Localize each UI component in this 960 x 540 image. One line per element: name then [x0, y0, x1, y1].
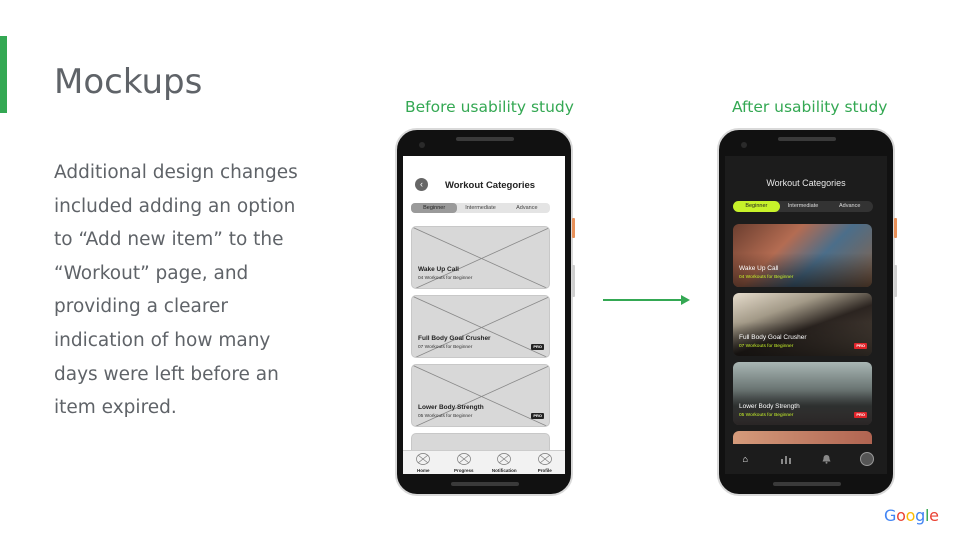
- card-subtitle: 04 Workouts for Beginner: [739, 275, 794, 280]
- google-logo: Google: [884, 506, 939, 525]
- before-phone-mockup: ‹ Workout Categories Beginner Intermedia…: [395, 128, 575, 496]
- nav-label: Profile: [537, 468, 552, 473]
- nav-profile[interactable]: Profile: [525, 451, 566, 474]
- pro-badge: PRO: [854, 343, 867, 349]
- logo-letter: g: [915, 506, 925, 525]
- profile-avatar[interactable]: [859, 452, 874, 466]
- nav-notification[interactable]: Notification: [484, 451, 525, 474]
- tab-beginner[interactable]: Beginner: [733, 201, 780, 212]
- phone-camera: [741, 142, 747, 148]
- profile-placeholder-icon: [537, 453, 552, 465]
- card-title: Wake Up Call: [739, 265, 779, 272]
- phone-side-button: [572, 218, 575, 238]
- screen-title: Workout Categories: [766, 178, 846, 188]
- card-subtitle: 05 Workouts for Beginner: [418, 414, 473, 419]
- nav-home[interactable]: Home: [403, 451, 444, 474]
- logo-letter: G: [884, 506, 897, 525]
- tab-beginner[interactable]: Beginner: [411, 203, 458, 213]
- tab-intermediate[interactable]: Intermediate: [780, 201, 827, 212]
- card-subtitle: 05 Workouts for Beginner: [739, 413, 794, 418]
- phone-chin: [773, 482, 841, 486]
- nav-label: Home: [416, 468, 430, 473]
- screen-title: Workout Categories: [444, 180, 536, 191]
- workout-card[interactable]: Lower Body Strength 05 Workouts for Begi…: [733, 362, 872, 425]
- tab-advance[interactable]: Advance: [504, 203, 550, 213]
- bottom-navigation: ⌂: [725, 444, 887, 474]
- phone-speaker: [456, 137, 514, 141]
- category-tabs: Beginner Intermediate Advance: [733, 201, 873, 212]
- logo-letter: e: [929, 506, 939, 525]
- logo-letter: o: [905, 506, 916, 525]
- phone-camera: [419, 142, 425, 148]
- notification-placeholder-icon: [497, 453, 512, 465]
- workout-card[interactable]: Full Body Goal Crusher 07 Workouts for B…: [411, 295, 550, 358]
- bar-chart-icon[interactable]: [779, 452, 793, 466]
- bottom-navigation: Home Progress Notification Profile: [403, 450, 565, 474]
- card-title: Full Body Goal Crusher: [418, 335, 491, 342]
- slide-title: Mockups: [54, 62, 203, 102]
- nav-progress[interactable]: Progress: [444, 451, 485, 474]
- avatar: [859, 452, 874, 466]
- phone-chin: [451, 482, 519, 486]
- nav-label: Notification: [491, 468, 517, 473]
- before-caption: Before usability study: [405, 98, 574, 116]
- pro-badge: PRO: [531, 413, 544, 419]
- workout-card[interactable]: Lower Body Strength 05 Workouts for Begi…: [411, 364, 550, 427]
- logo-letter: o: [896, 506, 906, 525]
- phone-side-button: [894, 265, 897, 297]
- card-subtitle: 07 Workouts for Beginner: [418, 345, 473, 350]
- pro-badge: PRO: [854, 412, 867, 418]
- phone-speaker: [778, 137, 836, 141]
- workout-card[interactable]: Full Body Goal Crusher 07 Workouts for B…: [733, 293, 872, 356]
- accent-bar: [0, 36, 7, 113]
- before-screen: ‹ Workout Categories Beginner Intermedia…: [403, 156, 565, 474]
- bell-icon[interactable]: [819, 452, 833, 466]
- tab-intermediate[interactable]: Intermediate: [457, 203, 503, 213]
- slide-body: Additional design changes included addin…: [54, 162, 298, 419]
- card-title: Lower Body Strength: [739, 403, 800, 410]
- card-title: Full Body Goal Crusher: [739, 334, 807, 341]
- pro-badge: PRO: [531, 344, 544, 350]
- category-tabs: Beginner Intermediate Advance: [411, 203, 550, 213]
- after-phone-mockup: Workout Categories Beginner Intermediate…: [717, 128, 897, 496]
- nav-label: Progress: [453, 468, 474, 473]
- progress-placeholder-icon: [456, 453, 471, 465]
- after-screen: Workout Categories Beginner Intermediate…: [725, 156, 887, 474]
- home-placeholder-icon: [416, 453, 431, 465]
- home-icon[interactable]: ⌂: [738, 452, 752, 466]
- phone-side-button: [572, 265, 575, 297]
- card-title: Lower Body Strength: [418, 404, 484, 411]
- arrow-right-icon: [603, 295, 690, 305]
- card-subtitle: 04 Workouts for Beginner: [418, 276, 473, 281]
- workout-card[interactable]: Wake Up Call 04 Workouts for Beginner: [411, 226, 550, 289]
- card-subtitle: 07 Workouts for Beginner: [739, 344, 794, 349]
- phone-side-button: [894, 218, 897, 238]
- card-title: Wake Up Call: [418, 266, 459, 273]
- workout-card[interactable]: Wake Up Call 04 Workouts for Beginner: [733, 224, 872, 287]
- tab-advance[interactable]: Advance: [826, 201, 873, 212]
- after-caption: After usability study: [732, 98, 888, 116]
